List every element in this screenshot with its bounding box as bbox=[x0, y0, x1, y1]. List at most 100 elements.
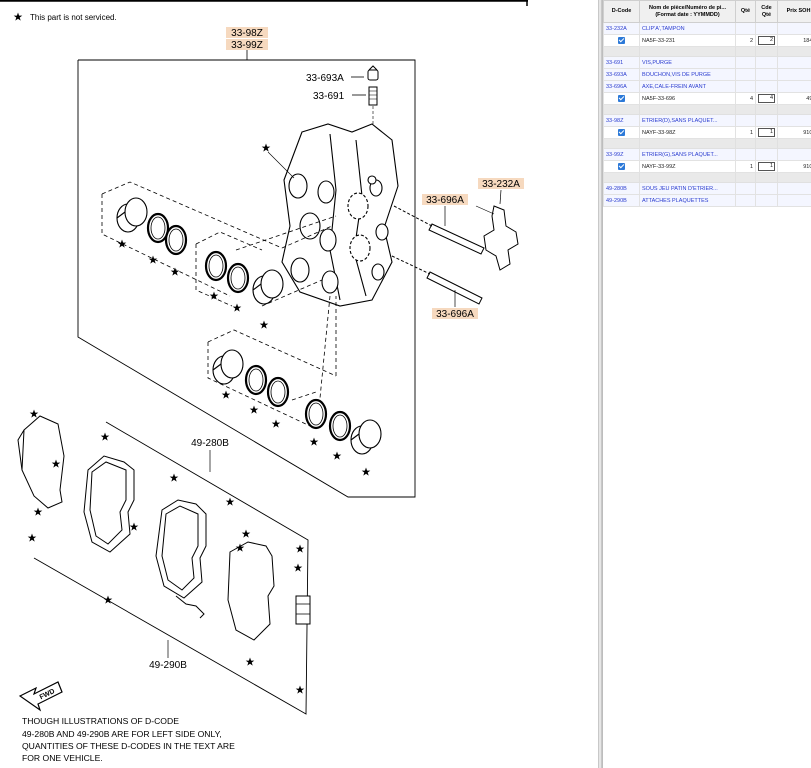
column-header-price[interactable]: Prix SOH bbox=[777, 0, 811, 23]
callout-33-99Z[interactable]: 33-99Z bbox=[231, 40, 263, 51]
row-qty-empty bbox=[735, 22, 756, 35]
table-row-detail[interactable]: NA5F-33-23122184,4 bbox=[603, 34, 811, 47]
callout-33-232A[interactable]: 33-232A bbox=[482, 179, 520, 190]
row-qty-empty bbox=[735, 182, 756, 195]
row-part-number: NA5F-33-696 bbox=[639, 92, 736, 105]
table-row-group[interactable]: 33-691 VIS,PURGE bbox=[603, 56, 811, 69]
table-row-detail[interactable]: NAYF-33-99Z11910,0 bbox=[603, 160, 811, 173]
spacer-cell bbox=[755, 172, 778, 183]
row-price-empty bbox=[777, 22, 811, 35]
spacer-cell bbox=[603, 138, 640, 149]
table-row-spacer bbox=[603, 138, 811, 149]
row-price-empty bbox=[777, 56, 811, 69]
row-part-name[interactable]: AXE,CALE-FREIN AVANT bbox=[639, 80, 736, 93]
row-qty-empty bbox=[735, 68, 756, 81]
row-price-empty bbox=[777, 114, 811, 127]
spacer-cell bbox=[777, 138, 811, 149]
callout-33-696A-top[interactable]: 33-696A bbox=[426, 195, 464, 206]
row-select-cell[interactable] bbox=[603, 34, 640, 47]
fwd-arrow-icon: FWD bbox=[18, 681, 63, 712]
row-qty-empty bbox=[735, 114, 756, 127]
column-header-order-qty[interactable]: Cde Qté bbox=[755, 0, 778, 23]
row-dcode[interactable]: 33-99Z bbox=[603, 148, 640, 161]
spacer-cell bbox=[777, 104, 811, 115]
table-row-spacer bbox=[603, 104, 811, 115]
parts-diagram: This part is not serviced. 33-98Z 33-99Z… bbox=[0, 0, 598, 768]
note-line-1: THOUGH ILLUSTRATIONS OF D-CODE bbox=[22, 716, 179, 726]
row-price: 49,0 bbox=[777, 92, 811, 105]
callout-49-280B[interactable]: 49-280B bbox=[191, 438, 229, 449]
spacer-cell bbox=[777, 172, 811, 183]
row-part-name[interactable]: ATTACHES PLAQUETTES bbox=[639, 194, 736, 207]
order-qty-input[interactable]: 2 bbox=[758, 36, 775, 45]
row-select-checkbox[interactable] bbox=[618, 163, 625, 170]
row-part-number: NAYF-33-98Z bbox=[639, 126, 736, 139]
row-order-qty-cell[interactable]: 1 bbox=[755, 126, 778, 139]
table-row-group[interactable]: 49-290B ATTACHES PLAQUETTES bbox=[603, 194, 811, 207]
row-select-checkbox[interactable] bbox=[618, 129, 625, 136]
row-dcode[interactable]: 33-691 bbox=[603, 56, 640, 69]
row-select-checkbox[interactable] bbox=[618, 95, 625, 102]
caliper-body bbox=[281, 123, 399, 307]
row-part-number: NAYF-33-99Z bbox=[639, 160, 736, 173]
note-line-4: FOR ONE VEHICLE. bbox=[22, 753, 103, 763]
order-qty-input[interactable]: 1 bbox=[758, 162, 775, 171]
callout-49-290B[interactable]: 49-290B bbox=[149, 660, 187, 671]
row-order-qty-empty bbox=[755, 80, 778, 93]
table-row-group[interactable]: 33-98Z ETRIER(D),SANS PLAQUET... bbox=[603, 114, 811, 127]
spacer-cell bbox=[735, 46, 756, 57]
spacer-cell bbox=[777, 46, 811, 57]
row-qty-empty bbox=[735, 194, 756, 207]
row-order-qty-cell[interactable]: 1 bbox=[755, 160, 778, 173]
order-qty-input[interactable]: 1 bbox=[758, 128, 775, 137]
row-price: 910,0 bbox=[777, 160, 811, 173]
row-select-checkbox[interactable] bbox=[618, 37, 625, 44]
row-part-name[interactable]: ETRIER(G),SANS PLAQUET... bbox=[639, 148, 736, 161]
row-part-name[interactable]: VIS,PURGE bbox=[639, 56, 736, 69]
row-select-cell[interactable] bbox=[603, 92, 640, 105]
row-order-qty-empty bbox=[755, 68, 778, 81]
brake-pads bbox=[17, 415, 311, 641]
row-dcode[interactable]: 33-232A bbox=[603, 22, 640, 35]
spacer-cell bbox=[755, 46, 778, 57]
callout-33-98Z[interactable]: 33-98Z bbox=[231, 28, 263, 39]
table-row-detail[interactable]: NAYF-33-98Z11910,0 bbox=[603, 126, 811, 139]
row-order-qty-empty bbox=[755, 148, 778, 161]
row-order-qty-cell[interactable]: 4 bbox=[755, 92, 778, 105]
callout-33-696A-bottom[interactable]: 33-696A bbox=[436, 309, 474, 320]
table-row-group[interactable]: 33-232A CLIP'A',TAMPON bbox=[603, 22, 811, 35]
legend-text: This part is not serviced. bbox=[30, 13, 117, 22]
callout-33-693A[interactable]: 33-693A bbox=[306, 73, 344, 84]
column-header-qty[interactable]: Qté bbox=[735, 0, 756, 23]
row-part-name[interactable]: SOUS JEU PATIN D'ETRIER... bbox=[639, 182, 736, 195]
not-serviced-star-icon bbox=[13, 12, 23, 21]
row-dcode[interactable]: 33-693A bbox=[603, 68, 640, 81]
row-dcode[interactable]: 49-290B bbox=[603, 194, 640, 207]
row-dcode[interactable]: 49-280B bbox=[603, 182, 640, 195]
spacer-cell bbox=[735, 104, 756, 115]
column-header-name[interactable]: Nom de pièce/Numéro de pi... (Format dat… bbox=[639, 0, 736, 23]
row-qty-empty bbox=[735, 80, 756, 93]
row-qty: 4 bbox=[735, 92, 756, 105]
row-select-cell[interactable] bbox=[603, 160, 640, 173]
row-part-name[interactable]: ETRIER(D),SANS PLAQUET... bbox=[639, 114, 736, 127]
row-dcode[interactable]: 33-696A bbox=[603, 80, 640, 93]
order-qty-input[interactable]: 4 bbox=[758, 94, 775, 103]
row-order-qty-empty bbox=[755, 114, 778, 127]
row-select-cell[interactable] bbox=[603, 126, 640, 139]
callout-33-691[interactable]: 33-691 bbox=[313, 91, 345, 102]
column-header-dcode[interactable]: D-Code bbox=[603, 0, 640, 23]
table-row-group[interactable]: 49-280B SOUS JEU PATIN D'ETRIER... bbox=[603, 182, 811, 195]
exploded-view-illustration: This part is not serviced. 33-98Z 33-99Z… bbox=[0, 0, 528, 763]
row-qty-empty bbox=[735, 56, 756, 69]
table-row-group[interactable]: 33-693A BOUCHON,VIS DE PURGE bbox=[603, 68, 811, 81]
row-dcode[interactable]: 33-98Z bbox=[603, 114, 640, 127]
row-order-qty-empty bbox=[755, 194, 778, 207]
table-row-detail[interactable]: NA5F-33-6964449,0 bbox=[603, 92, 811, 105]
row-order-qty-cell[interactable]: 2 bbox=[755, 34, 778, 47]
row-part-name[interactable]: CLIP'A',TAMPON bbox=[639, 22, 736, 35]
parts-list-panel: D-Code Nom de pièce/Numéro de pi... (For… bbox=[602, 0, 811, 768]
row-part-name[interactable]: BOUCHON,VIS DE PURGE bbox=[639, 68, 736, 81]
table-row-group[interactable]: 33-696A AXE,CALE-FREIN AVANT bbox=[603, 80, 811, 93]
table-row-group[interactable]: 33-99Z ETRIER(G),SANS PLAQUET... bbox=[603, 148, 811, 161]
